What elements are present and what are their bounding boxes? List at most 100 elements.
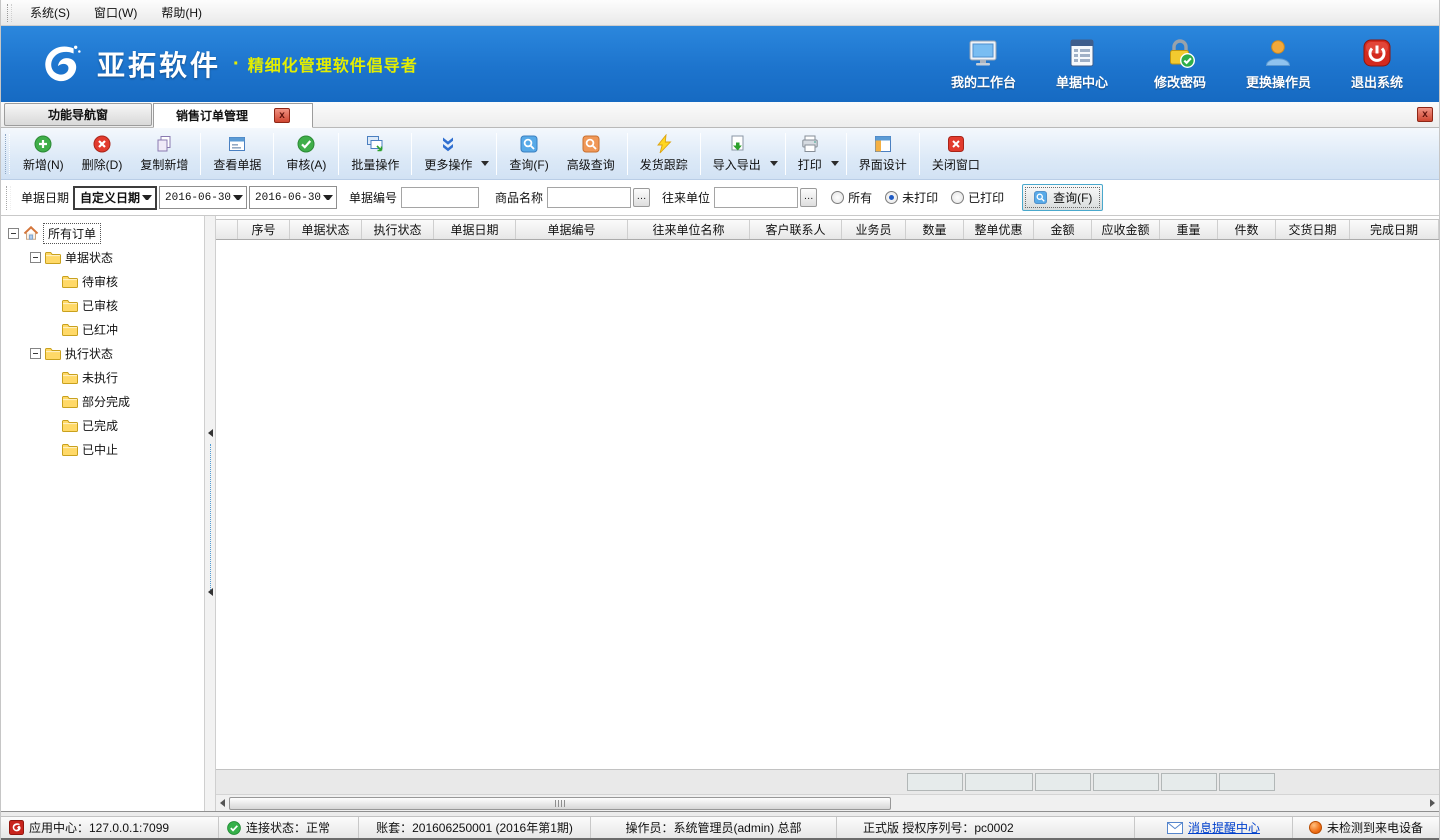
partner-input[interactable] [714,187,798,208]
horizontal-scrollbar[interactable] [216,794,1439,811]
col-header-exec-status[interactable]: 执行状态 [362,220,434,239]
tree-node-pending-audit[interactable]: 待审核 [1,269,204,293]
more-ops-button[interactable]: 更多操作 [415,131,481,177]
collapse-icon[interactable] [30,348,41,359]
delete-button[interactable]: 删除(D) [73,131,132,177]
col-header-amount[interactable]: 金额 [1034,220,1092,239]
partner-lookup-button[interactable]: … [800,188,817,207]
tree-node-terminated[interactable]: 已中止 [1,437,204,461]
col-header-bill-date[interactable]: 单据日期 [434,220,516,239]
tree-node-all-orders[interactable]: 所有订单 [1,221,204,245]
bill-no-input[interactable] [401,187,479,208]
view-bill-button[interactable]: 查看单据 [204,131,270,177]
menu-system[interactable]: 系统(S) [18,0,82,25]
exit-system-button[interactable]: 退出系统 [1345,37,1409,91]
tabbar-close-icon[interactable]: x [1417,107,1433,122]
filter-bar: 单据日期 自定义日期 2016-06-30 2016-06-30 单据编号 商品… [1,180,1439,216]
print-button[interactable]: 打印 [789,131,831,177]
col-header-bill-status[interactable]: 单据状态 [290,220,362,239]
radio-printed[interactable]: 已打印 [951,189,1004,206]
more-ops-dropdown-icon[interactable] [481,161,489,166]
brand-logo-icon [37,41,83,87]
col-header-pieces[interactable]: 件数 [1218,220,1276,239]
add-button[interactable]: 新增(N) [14,131,73,177]
grid-body-empty[interactable] [216,240,1439,769]
menubar-grip[interactable] [7,4,12,22]
col-header-seq[interactable]: 序号 [238,220,290,239]
radio-unprinted[interactable]: 未打印 [885,189,938,206]
panel-splitter[interactable] [204,216,216,811]
batch-ops-button[interactable]: 批量操作 [342,131,408,177]
col-header-receivable[interactable]: 应收金额 [1092,220,1160,239]
change-password-button[interactable]: 修改密码 [1148,37,1212,91]
message-center-link[interactable]: 消息提醒中心 [1188,819,1260,836]
status-message-center[interactable]: 消息提醒中心 [1135,817,1293,838]
copy-add-button[interactable]: 复制新增 [131,131,197,177]
product-lookup-button[interactable]: … [633,188,650,207]
print-dropdown-icon[interactable] [831,161,839,166]
col-header-weight[interactable]: 重量 [1160,220,1218,239]
scroll-right-icon[interactable] [1426,796,1439,811]
toolbar-grip[interactable] [5,134,10,174]
tree-node-not-executed[interactable]: 未执行 [1,365,204,389]
col-header-partner-name[interactable]: 往来单位名称 [628,220,750,239]
date-range-select[interactable]: 自定义日期 [73,186,157,210]
import-export-button[interactable]: 导入导出 [704,131,770,177]
tab-nav-panel[interactable]: 功能导航窗 [4,103,152,126]
scrollbar-thumb[interactable] [229,797,891,810]
my-workbench-button[interactable]: 我的工作台 [951,37,1016,91]
toolbar-separator [411,133,412,175]
menu-window[interactable]: 窗口(W) [82,0,149,25]
toolbar-separator [919,133,920,175]
tree-node-partial-done[interactable]: 部分完成 [1,389,204,413]
tree-node-bill-status[interactable]: 单据状态 [1,245,204,269]
lightning-icon [654,134,674,154]
product-name-input[interactable] [547,187,631,208]
radio-all-icon [831,191,844,204]
col-header-quantity[interactable]: 数量 [906,220,964,239]
tree-node-completed[interactable]: 已完成 [1,413,204,437]
collapse-icon[interactable] [30,252,41,263]
status-account: 账套：201606250001 (2016年第1期) [359,817,591,838]
col-header-delivery-date[interactable]: 交货日期 [1276,220,1350,239]
import-export-dropdown-icon[interactable] [770,161,778,166]
tab-close-icon[interactable]: x [274,108,290,123]
close-window-button[interactable]: 关闭窗口 [923,131,989,177]
chevron-down-icon [323,195,333,200]
tree-node-audited[interactable]: 已审核 [1,293,204,317]
grid-summary-row [216,769,1439,794]
radio-all[interactable]: 所有 [831,189,872,206]
col-header-salesman[interactable]: 业务员 [842,220,906,239]
app-window: 系统(S) 窗口(W) 帮助(H) 亚拓软件 · 精细化管理软件倡导者 我的工作… [0,0,1440,840]
document-center-button[interactable]: 单据中心 [1050,37,1114,91]
col-header-bill-no[interactable]: 单据编号 [516,220,628,239]
tree-node-audited-label: 已审核 [82,297,118,314]
collapse-icon[interactable] [8,228,19,239]
collapse-left-icon[interactable] [208,588,213,596]
close-window-label: 关闭窗口 [932,156,980,173]
filterbar-grip[interactable] [6,186,11,210]
tree-node-exec-status[interactable]: 执行状态 [1,341,204,365]
col-header-discount[interactable]: 整单优惠 [964,220,1034,239]
ui-design-button[interactable]: 界面设计 [850,131,916,177]
tree-node-not-executed-label: 未执行 [82,369,118,386]
tab-sales-order[interactable]: 销售订单管理 x [153,103,313,128]
search-button[interactable]: 查询(F) [1022,184,1103,211]
query-button[interactable]: 查询(F) [500,131,557,177]
col-header-finish-date[interactable]: 完成日期 [1350,220,1439,239]
switch-operator-button[interactable]: 更换操作员 [1246,37,1311,91]
audit-button[interactable]: 审核(A) [277,131,335,177]
advanced-query-button[interactable]: 高级查询 [558,131,624,177]
col-header-contact[interactable]: 客户联系人 [750,220,842,239]
scroll-left-icon[interactable] [216,796,229,811]
shipping-track-button[interactable]: 发货跟踪 [631,131,697,177]
collapse-left-icon[interactable] [208,429,213,437]
view-bill-icon [227,134,247,154]
tree-node-reversed[interactable]: 已红冲 [1,317,204,341]
status-app-center-label: 应用中心：127.0.0.1:7099 [29,819,169,836]
date-from-select[interactable]: 2016-06-30 [159,186,247,209]
date-to-select[interactable]: 2016-06-30 [249,186,337,209]
toolbar-separator [627,133,628,175]
menu-help[interactable]: 帮助(H) [149,0,214,25]
splitter-line [210,444,211,594]
